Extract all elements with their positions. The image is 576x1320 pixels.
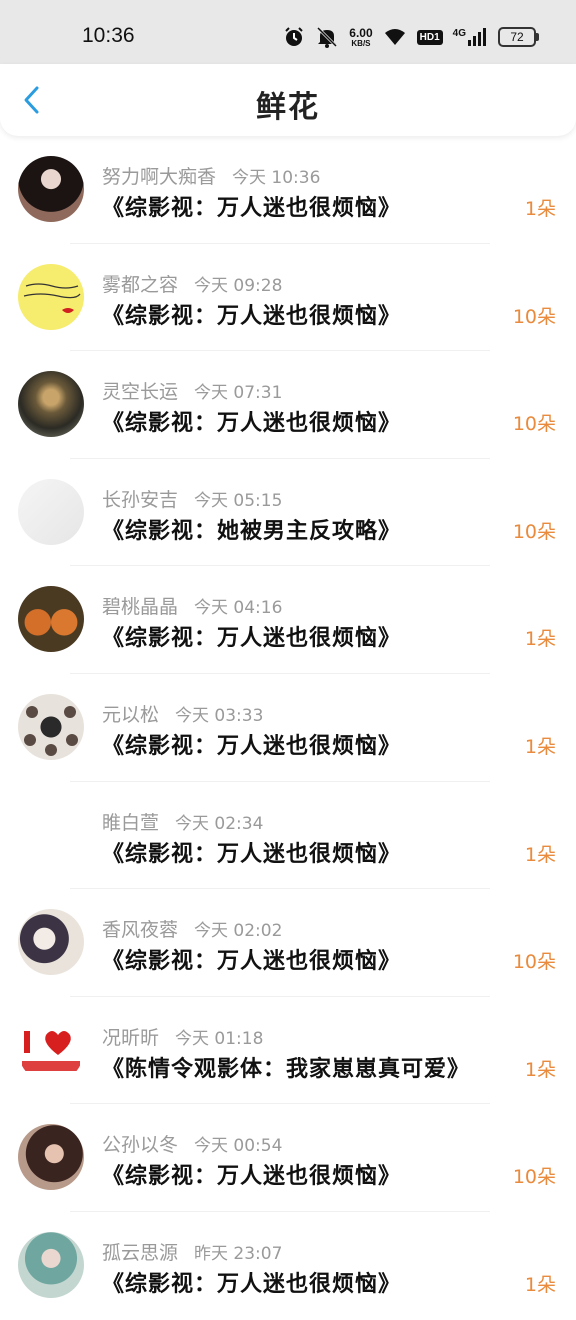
- flower-count: 1朵: [524, 843, 556, 866]
- book-title[interactable]: 《综影视：万人迷也很烦恼》: [102, 836, 401, 868]
- user-name[interactable]: 碧桃晶晶: [102, 596, 178, 618]
- flower-count: 10朵: [512, 413, 556, 436]
- book-title[interactable]: 《综影视：万人迷也很烦恼》: [102, 298, 401, 330]
- user-name[interactable]: 睢白萱: [102, 812, 159, 834]
- avatar[interactable]: [18, 586, 84, 653]
- user-name[interactable]: 香风夜蓉: [102, 919, 178, 941]
- timestamp: 今天 10:36: [232, 168, 321, 188]
- user-name[interactable]: 况昕昕: [102, 1027, 159, 1049]
- mute-icon: [315, 26, 339, 48]
- avatar[interactable]: [18, 693, 84, 760]
- flower-count: 10朵: [512, 305, 556, 328]
- list-item[interactable]: 况昕昕 今天 01:18 《陈情令观影体：我家崽崽真可爱》 1朵: [0, 997, 576, 1105]
- flower-count: 1朵: [524, 628, 556, 651]
- user-name[interactable]: 灵空长运: [102, 381, 178, 403]
- timestamp: 今天 01:18: [175, 1028, 264, 1049]
- timestamp: 今天 04:16: [194, 598, 283, 619]
- flower-count: 1朵: [524, 1273, 556, 1296]
- user-name[interactable]: 公孙以冬: [102, 1134, 178, 1156]
- avatar[interactable]: [18, 371, 84, 438]
- list-item[interactable]: 公孙以冬 今天 00:54 《综影视：万人迷也很烦恼》 10朵: [0, 1104, 576, 1212]
- hd-badge: HD1: [416, 29, 443, 45]
- user-name[interactable]: 雾都之容: [102, 274, 178, 296]
- flower-count: 1朵: [524, 198, 556, 220]
- list-item[interactable]: 元以松 今天 03:33 《综影视：万人迷也很烦恼》 1朵: [0, 674, 576, 782]
- timestamp: 今天 02:02: [194, 921, 283, 942]
- list-item[interactable]: 香风夜蓉 今天 02:02 《综影视：万人迷也很烦恼》 10朵: [0, 889, 576, 997]
- flower-gift-list: 努力啊大痴香 今天 10:36 《综影视：万人迷也很烦恼》 1朵 雾都之容 今天 0…: [0, 136, 576, 1320]
- net-speed: 6.00 KB/S: [349, 25, 373, 48]
- book-title[interactable]: 《综影视：万人迷也很烦恼》: [102, 620, 401, 652]
- list-item[interactable]: 雾都之容 今天 09:28 《综影视：万人迷也很烦恼》 10朵: [0, 244, 576, 352]
- status-time: 10:36: [82, 24, 135, 47]
- page-title: 鲜花: [256, 90, 320, 125]
- header-bar: 鲜花: [0, 64, 576, 136]
- timestamp: 今天 02:34: [175, 813, 264, 834]
- timestamp: 今天 09:28: [194, 275, 283, 296]
- user-name[interactable]: 努力啊大痴香: [102, 166, 216, 188]
- book-title[interactable]: 《综影视：万人迷也很烦恼》: [102, 190, 401, 222]
- status-icons: 6.00 KB/S HD1 4G 72: [283, 22, 539, 52]
- book-title[interactable]: 《综影视：她被男主反攻略》: [102, 513, 401, 545]
- avatar[interactable]: [18, 156, 84, 222]
- alarm-icon: [283, 26, 305, 48]
- flower-count: 1朵: [524, 735, 556, 758]
- user-name[interactable]: 孤云思源: [102, 1242, 178, 1264]
- book-title[interactable]: 《综影视：万人迷也很烦恼》: [102, 405, 401, 437]
- timestamp: 今天 07:31: [194, 383, 283, 404]
- timestamp: 今天 05:15: [194, 490, 283, 511]
- list-item[interactable]: 孤云思源 昨天 23:07 《综影视：万人迷也很烦恼》 1朵: [0, 1212, 576, 1320]
- avatar[interactable]: [18, 1016, 84, 1083]
- avatar[interactable]: [18, 263, 84, 330]
- flower-count: 10朵: [512, 951, 556, 974]
- avatar[interactable]: [18, 909, 84, 976]
- list-item[interactable]: 灵空长运 今天 07:31 《综影视：万人迷也很烦恼》 10朵: [0, 351, 576, 459]
- list-item[interactable]: 长孙安吉 今天 05:15 《综影视：她被男主反攻略》 10朵: [0, 459, 576, 567]
- list-item[interactable]: 碧桃晶晶 今天 04:16 《综影视：万人迷也很烦恼》 1朵: [0, 566, 576, 674]
- flower-count: 1朵: [524, 1058, 556, 1081]
- avatar[interactable]: [18, 1124, 84, 1191]
- list-item[interactable]: 努力啊大痴香 今天 10:36 《综影视：万人迷也很烦恼》 1朵: [0, 136, 576, 244]
- book-title[interactable]: 《陈情令观影体：我家崽崽真可爱》: [102, 1051, 470, 1083]
- timestamp: 今天 03:33: [175, 705, 264, 726]
- avatar[interactable]: [18, 801, 84, 868]
- book-title[interactable]: 《综影视：万人迷也很烦恼》: [102, 1266, 401, 1298]
- avatar[interactable]: [18, 1231, 84, 1298]
- wifi-icon: [383, 27, 407, 47]
- user-name[interactable]: 长孙安吉: [102, 489, 178, 511]
- user-name[interactable]: 元以松: [102, 704, 159, 726]
- battery-indicator: 72: [498, 27, 539, 47]
- list-item[interactable]: 睢白萱 今天 02:34 《综影视：万人迷也很烦恼》 1朵: [0, 782, 576, 890]
- signal-icon: 4G: [453, 28, 488, 46]
- avatar[interactable]: [18, 478, 84, 545]
- book-title[interactable]: 《综影视：万人迷也很烦恼》: [102, 943, 401, 975]
- timestamp: 今天 00:54: [194, 1136, 283, 1157]
- book-title[interactable]: 《综影视：万人迷也很烦恼》: [102, 1158, 401, 1190]
- status-bar: 10:36 6.00 KB/S HD1 4G 72: [0, 0, 576, 64]
- timestamp: 昨天 23:07: [194, 1243, 283, 1264]
- flower-count: 10朵: [512, 520, 556, 543]
- book-title[interactable]: 《综影视：万人迷也很烦恼》: [102, 728, 401, 760]
- flower-count: 10朵: [512, 1166, 556, 1189]
